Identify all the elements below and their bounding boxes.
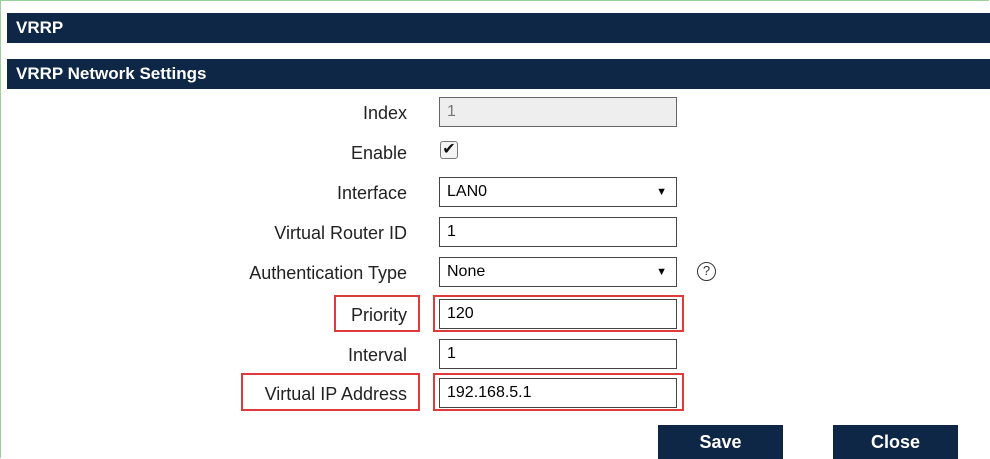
- interface-label: Interface: [336, 183, 407, 203]
- index-label: Index: [362, 103, 407, 123]
- chevron-down-icon: ▼: [656, 266, 667, 278]
- priority-label: Priority: [350, 305, 407, 325]
- authentication-type-select[interactable]: None ▼: [439, 257, 677, 287]
- enable-checkbox[interactable]: ✔: [440, 141, 458, 159]
- enable-label: Enable: [350, 143, 407, 163]
- virtual-router-id-input[interactable]: 1: [439, 217, 677, 247]
- authentication-type-select-value: None: [447, 263, 486, 280]
- section-header: VRRP Network Settings: [7, 59, 990, 89]
- interval-input[interactable]: 1: [439, 339, 677, 369]
- save-button[interactable]: Save: [658, 425, 783, 459]
- authentication-type-label: Authentication Type: [249, 263, 407, 283]
- virtual-router-id-label: Virtual Router ID: [274, 223, 407, 243]
- interface-select-value: LAN0: [447, 183, 488, 200]
- chevron-down-icon: ▼: [656, 186, 667, 198]
- index-input: 1: [439, 97, 677, 127]
- priority-input[interactable]: 120: [439, 299, 677, 329]
- virtual-ip-input[interactable]: 192.168.5.1: [439, 378, 677, 408]
- virtual-ip-label: Virtual IP Address: [264, 384, 407, 404]
- page-header: VRRP: [7, 13, 990, 43]
- close-button[interactable]: Close: [833, 425, 958, 459]
- interface-select[interactable]: LAN0 ▼: [439, 177, 677, 207]
- help-icon[interactable]: ?: [697, 262, 716, 281]
- interval-label: Interval: [347, 345, 407, 365]
